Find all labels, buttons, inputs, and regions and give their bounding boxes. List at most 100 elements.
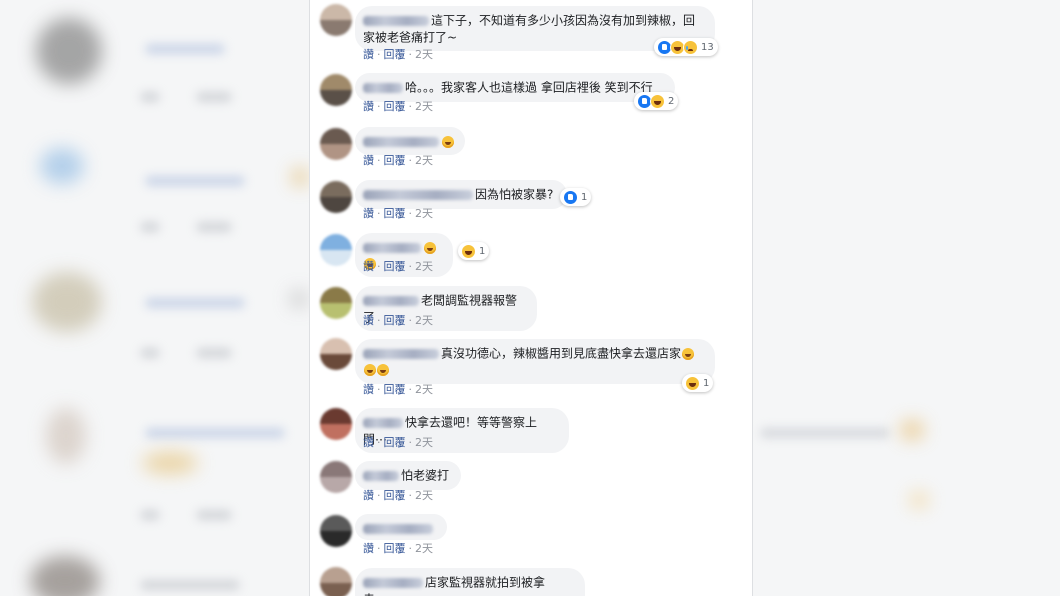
like-icon [563, 189, 578, 205]
comment-actions: 讚 · 回覆 · 2天 [363, 100, 433, 113]
commenter-name[interactable] [363, 136, 439, 147]
timestamp[interactable]: 2天 [415, 542, 433, 555]
commenter-name[interactable] [363, 242, 421, 253]
avatar[interactable] [320, 74, 352, 106]
reaction-summary[interactable]: 1 [682, 374, 714, 392]
avatar[interactable] [320, 234, 352, 266]
comment-text: 這下子，不知道有多少小孩因為沒有加到辣椒，回 [431, 13, 696, 28]
reaction-count: 1 [703, 377, 710, 389]
comment-text: 家被老爸痛打了~ [363, 30, 458, 44]
comment-actions: 讚 · 回覆 · 2天 [363, 314, 433, 327]
timestamp[interactable]: 2天 [415, 154, 433, 167]
blurred-avatar [40, 148, 84, 184]
timestamp[interactable]: 2天 [415, 207, 433, 220]
reply-link[interactable]: 回覆 [384, 207, 406, 220]
like-link[interactable]: 讚 [363, 436, 374, 449]
comment-text: 怕老婆打 [401, 468, 450, 483]
reply-link[interactable]: 回覆 [384, 100, 406, 113]
comment-bubble: 哈。。。我家客人也這樣過 拿回店裡後 笑到不行 [355, 73, 675, 102]
haha-emoji [424, 241, 436, 254]
comment-bubble: 怕老婆打 [355, 461, 461, 490]
blurred-avatar [36, 18, 102, 84]
comment-text: 真沒功德心，辣椒醬用到見底盡快拿去還店家 [441, 346, 682, 361]
timestamp[interactable]: 2天 [415, 48, 433, 61]
haha-icon [461, 243, 476, 259]
commenter-name[interactable] [363, 577, 423, 588]
reaction-summary[interactable]: 1 [560, 188, 592, 206]
like-link[interactable]: 讚 [363, 154, 374, 167]
commenter-name[interactable] [363, 348, 439, 359]
like-link[interactable]: 讚 [363, 100, 374, 113]
comment-bubble: 店家監視器就拍到被拿走⋯⋯ [355, 568, 585, 596]
avatar[interactable] [320, 287, 352, 319]
reply-link[interactable]: 回覆 [384, 48, 406, 61]
comment-actions: 讚 · 回覆 · 2天 [363, 48, 433, 61]
commenter-name[interactable] [363, 15, 429, 26]
reaction-summary[interactable]: 1 [458, 242, 490, 260]
commenter-name[interactable] [363, 470, 399, 481]
commenter-name[interactable] [363, 295, 419, 306]
like-link[interactable]: 讚 [363, 314, 374, 327]
comment-actions: 讚 · 回覆 · 2天 [363, 489, 433, 502]
haha-emoji [364, 364, 376, 376]
reply-link[interactable]: 回覆 [384, 383, 406, 396]
like-link[interactable]: 讚 [363, 383, 374, 396]
comment-bubble: 真沒功德心，辣椒醬用到見底盡快拿去還店家 [355, 339, 715, 384]
like-link[interactable]: 讚 [363, 260, 374, 273]
avatar[interactable] [320, 515, 352, 547]
avatar[interactable] [320, 128, 352, 160]
blurred-avatar [46, 408, 86, 464]
comments-panel: 這下子，不知道有多少小孩因為沒有加到辣椒，回 家被老爸痛打了~ 讚 · 回覆 · 2天 … [309, 0, 753, 596]
comment-actions: 讚 · 回覆 · 2天 [363, 207, 433, 220]
comment-text: 因為怕被家暴? [475, 187, 554, 202]
comment-actions: 讚 · 回覆 · 2天 [363, 542, 433, 555]
blurred-avatar [30, 556, 100, 596]
timestamp[interactable]: 2天 [415, 314, 433, 327]
reaction-summary[interactable]: 2 [634, 92, 679, 110]
avatar[interactable] [320, 408, 352, 440]
haha-emoji [682, 347, 695, 360]
like-link[interactable]: 讚 [363, 542, 374, 555]
reply-link[interactable]: 回覆 [384, 489, 406, 502]
commenter-name[interactable] [363, 82, 403, 93]
comment-bubble [355, 514, 447, 540]
avatar[interactable] [320, 461, 352, 493]
timestamp[interactable]: 2天 [415, 489, 433, 502]
like-link[interactable]: 讚 [363, 489, 374, 502]
avatar[interactable] [320, 338, 352, 370]
avatar[interactable] [320, 567, 352, 596]
timestamp[interactable]: 2天 [415, 436, 433, 449]
comment-actions: 讚 · 回覆 · 2天 [363, 154, 433, 167]
sad-icon [683, 39, 698, 55]
haha-icon [685, 375, 700, 391]
timestamp[interactable]: 2天 [415, 100, 433, 113]
haha-emoji [377, 364, 389, 376]
timestamp[interactable]: 2天 [415, 260, 433, 273]
avatar[interactable] [320, 4, 352, 36]
avatar[interactable] [320, 181, 352, 213]
like-link[interactable]: 讚 [363, 48, 374, 61]
comment-actions: 讚 · 回覆 · 2天 [363, 436, 433, 449]
reply-link[interactable]: 回覆 [384, 154, 406, 167]
reaction-count: 1 [581, 191, 588, 203]
commenter-name[interactable] [363, 189, 473, 200]
comment-bubble [355, 127, 465, 155]
comment-actions: 讚 · 回覆 · 2天 [363, 383, 433, 396]
like-link[interactable]: 讚 [363, 207, 374, 220]
commenter-name[interactable] [363, 417, 403, 428]
comment-text: 哈。。。我家客人也這樣過 拿回店裡後 笑到不行 [405, 80, 653, 95]
blurred-avatar [32, 272, 102, 332]
reaction-count: 2 [668, 95, 675, 107]
haha-emoji [442, 135, 454, 148]
timestamp[interactable]: 2天 [415, 383, 433, 396]
reply-link[interactable]: 回覆 [384, 314, 406, 327]
reply-link[interactable]: 回覆 [384, 542, 406, 555]
comment-actions: 讚 · 回覆 · 2天 [363, 260, 433, 273]
commenter-name[interactable] [363, 523, 433, 534]
reply-link[interactable]: 回覆 [384, 436, 406, 449]
reaction-count: 13 [701, 41, 714, 53]
reply-link[interactable]: 回覆 [384, 260, 406, 273]
reaction-summary[interactable]: 13 [654, 38, 718, 56]
reaction-count: 1 [479, 245, 486, 257]
haha-icon [650, 93, 665, 109]
